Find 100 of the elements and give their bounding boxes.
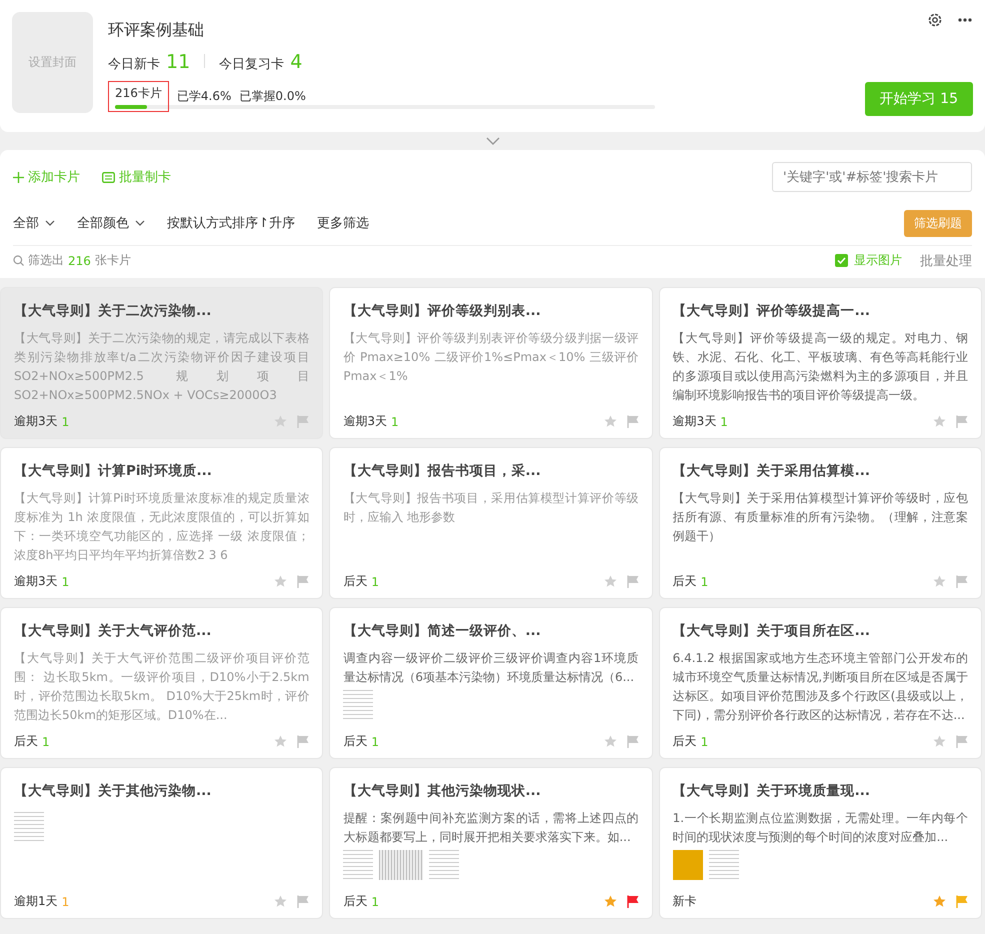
search-field[interactable]: '关键字'或'#标签'搜索卡片 <box>772 162 972 192</box>
flashcard[interactable]: 【大气导则】关于二次污染物... 【大气导则】关于二次污染物的规定，请完成以下表格类别污染物排放率t/a二次污染物评价因子建设项目SO2+NOx≥500PM2.5 规划项目 SO2+NOx≥500PM2.5NOx + VOCs≥2000O3 逾期3天 1 <box>0 287 324 439</box>
flag-icon[interactable] <box>956 735 968 748</box>
flag-icon[interactable] <box>956 575 968 588</box>
card-icon <box>102 172 115 182</box>
chevron-down-icon[interactable] <box>486 137 500 145</box>
flag-icon[interactable] <box>626 415 639 428</box>
flashcard[interactable]: 【大气导则】简述一级评价、... 调查内容一级评价二级评价三级评价调查内容1环境质量达标情况（6项基本污染物）环境质量达标情况（6... 后天 1 <box>329 607 653 759</box>
flag-icon[interactable] <box>297 895 310 908</box>
card-text: 提醒：案例题中间补充监测方案的话，需将上述四点的大标题都要写上，同时展开把相关要求落实下来。如... <box>343 810 639 846</box>
flag-icon[interactable] <box>956 415 968 428</box>
star-icon[interactable] <box>274 575 288 588</box>
flashcard[interactable]: 【大气导则】评价等级提高一... 【大气导则】评价等级提高一级的规定。对电力、钢铁、水泥、石化、化工、平板玻璃、有色等高耗能行业的多源项目或以使用高污染燃料为主的多源项目，并且编制环境影响报告书的项目评价等级提高一级。 逾期3天 1 <box>658 287 982 439</box>
review-count: 1 <box>390 414 399 428</box>
flag-icon[interactable] <box>626 575 639 588</box>
card-title: 【大气导则】简述一级评价、... <box>343 622 542 640</box>
due-label: 新卡 <box>672 893 697 910</box>
star-icon[interactable] <box>604 415 617 428</box>
due-label: 逾期3天 <box>14 413 58 430</box>
search-icon <box>13 255 24 266</box>
review-cards-count: 4 <box>290 51 302 73</box>
star-icon[interactable] <box>933 415 946 428</box>
due-label: 逾期3天 <box>672 413 716 430</box>
card-text: 【大气导则】关于二次污染物的规定，请完成以下表格类别污染物排放率t/a二次污染物评价因子建设项目SO2+NOx≥500PM2.5 规划项目 SO2+NOx≥500PM2.5NOx + VOCs≥2000O3 <box>14 330 310 404</box>
due-label: 后天 <box>343 573 368 590</box>
star-icon[interactable] <box>933 735 946 748</box>
photo-placeholder <box>672 850 703 880</box>
flashcard[interactable]: 【大气导则】关于环境质量现... 1.一个长期监测点位监测数据，无需处理。一年内每个时间的现状浓度与预测的每个时间的浓度对应叠加... 新卡 <box>658 767 982 919</box>
due-label: 后天 <box>672 733 697 750</box>
card-text: 1.一个长期监测点位监测数据，无需处理。一年内每个时间的现状浓度与预测的每个时间的浓度对应叠加... <box>672 810 968 846</box>
flashcard[interactable]: 【大气导则】关于大气评价范... 【大气导则】关于大气评价范围二级评价项目评价范围： 边长取5km。一级评价项目，D10%小于2.5km时，评价范围边长取5km。 D10%大于25km时，评价范围边长50km的矩形区域。D10%在... 后天 1 <box>0 607 324 759</box>
flashcard[interactable]: 【大气导则】关于采用估算模... 【大气导则】关于采用估算模型计算评价等级时，应包括所有源、有质量标准的所有污染物。（理解，注意案例题干） 后天 1 <box>658 447 982 599</box>
flashcard[interactable]: 【大气导则】计算Pi时环境质... 【大气导则】计算Pi时环境质量浓度标准的规定质量浓度标准为 1h 浓度限值，无此浓度限值的，可以折算如下：一类环境空气功能区的，应选择 一级 浓度限值；浓度8h平均日平均年平均折算倍数2 3 6 逾期3天 1 <box>0 447 324 599</box>
star-icon[interactable] <box>604 575 617 588</box>
due-label: 逾期3天 <box>14 573 58 590</box>
star-icon[interactable] <box>604 735 617 748</box>
settings-icon[interactable] <box>927 12 943 28</box>
flashcard[interactable]: 【大气导则】关于项目所在区... 6.4.1.2 根据国家或地方生态环境主管部门公开发布的城市环境空气质量达标情况,判断项目所在区域是否属于达标区。如项目评价范围涉及多个行政区(县级或以上，下同)，需分别评价各行政区的达标情况，若存在不达... 后天 1 <box>658 607 982 759</box>
card-title: 【大气导则】关于其他污染物... <box>14 782 212 800</box>
star-icon[interactable] <box>933 895 946 908</box>
review-count: 1 <box>62 414 70 428</box>
review-count: 1 <box>371 734 379 748</box>
star-icon[interactable] <box>604 895 617 908</box>
filter-dropdown[interactable]: 全部 <box>13 214 55 232</box>
review-count: 1 <box>720 414 728 428</box>
card-text: 【大气导则】评价等级提高一级的规定。对电力、钢铁、水泥、石化、化工、平板玻璃、有色等高耗能行业的多源项目或以使用高污染燃料为主的多源项目，并且编制环境影响报告书的项目评价等级提高一级。 <box>672 330 968 404</box>
review-count: 1 <box>700 574 708 588</box>
review-count: 1 <box>62 574 70 588</box>
card-text: 6.4.1.2 根据国家或地方生态环境主管部门公开发布的城市环境空气质量达标情况,判断项目所在区域是否属于达标区。如项目评价范围涉及多个行政区(县级或以上，下同)，需分别评价各行政区的达标情况，若存在不达... <box>672 650 968 724</box>
flag-icon[interactable] <box>297 575 310 588</box>
review-count: 1 <box>371 894 379 908</box>
plus-icon <box>13 172 24 182</box>
review-cards-label: 今日复习卡 <box>219 56 284 73</box>
due-label: 后天 <box>343 893 368 910</box>
review-count: 1 <box>371 574 379 588</box>
result-label: 筛选出 <box>28 252 64 269</box>
due-label: 逾期3天 <box>343 413 387 430</box>
review-count: 1 <box>700 734 708 748</box>
star-icon[interactable] <box>274 415 288 428</box>
result-suffix: 张卡片 <box>94 252 131 269</box>
flag-icon[interactable] <box>626 895 639 908</box>
card-title: 【大气导则】关于项目所在区... <box>672 622 872 640</box>
filter-option[interactable]: 按默认方式排序↾升序 <box>167 214 295 232</box>
due-label: 后天 <box>672 573 697 590</box>
filter-option[interactable]: 更多筛选 <box>316 214 369 232</box>
batch-process-button[interactable]: 批量处理 <box>920 252 972 270</box>
star-icon[interactable] <box>274 895 288 908</box>
card-text: 【大气导则】关于大气评价范围二级评价项目评价范围： 边长取5km。一级评价项目，D10%小于2.5km时，评价范围边长取5km。 D10%大于25km时，评价范围边长50km的矩形区域。D10%在... <box>14 650 310 724</box>
due-label: 逾期1天 <box>14 893 58 910</box>
flashcard[interactable]: 【大气导则】关于其他污染物... 逾期1天 1 <box>0 767 324 919</box>
deck-title: 环评案例基础 <box>108 20 205 41</box>
star-icon[interactable] <box>274 735 288 748</box>
card-text: 【大气导则】评价等级判别表评价等级分级判据一级评价 Pmax≥10% 二级评价1%≤Pmax＜10% 三级评价 Pmax＜1% <box>343 330 639 385</box>
card-title: 【大气导则】关于大气评价范... <box>14 622 212 640</box>
flashcard[interactable]: 【大气导则】其他污染物现状... 提醒：案例题中间补充监测方案的话，需将上述四点的大标题都要写上，同时展开把相关要求落实下来。如... 后天 1 <box>329 767 653 919</box>
result-count: 216 <box>68 254 91 268</box>
card-text: 调查内容一级评价二级评价三级评价调查内容1环境质量达标情况（6项基本污染物）环境质量达标情况（6... <box>343 650 639 686</box>
flashcard[interactable]: 【大气导则】评价等级判别表... 【大气导则】评价等级判别表评价等级分级判据一级评价 Pmax≥10% 二级评价1%≤Pmax＜10% 三级评价 Pmax＜1% 逾期3天 1 <box>329 287 653 439</box>
review-count: 1 <box>42 734 50 748</box>
show-images-checkbox[interactable] <box>835 254 848 267</box>
card-title: 【大气导则】关于采用估算模... <box>672 462 872 480</box>
flag-icon[interactable] <box>956 895 968 908</box>
card-title: 【大气导则】关于二次污染物... <box>14 302 212 320</box>
flashcard[interactable]: 【大气导则】报告书项目，采... 【大气导则】报告书项目，采用估算模型计算评价等级时，应输入 地形参数 后天 1 <box>329 447 653 599</box>
flag-icon[interactable] <box>297 735 310 748</box>
due-label: 后天 <box>14 733 38 750</box>
learned-percent: 已学4.6% <box>176 88 232 105</box>
star-icon[interactable] <box>933 575 946 588</box>
card-title: 【大气导则】关于环境质量现... <box>672 782 872 800</box>
caret-icon <box>135 220 145 226</box>
card-title: 【大气导则】评价等级提高一... <box>672 302 872 320</box>
card-text: 【大气导则】关于采用估算模型计算评价等级时，应包括所有源、有质量标准的所有污染物。（理解，注意案例题干） <box>672 490 968 545</box>
new-cards-count: 11 <box>166 51 190 73</box>
due-label: 后天 <box>343 733 368 750</box>
card-title: 【大气导则】评价等级判别表... <box>343 302 542 320</box>
card-title: 【大气导则】其他污染物现状... <box>343 782 542 800</box>
filter-dropdown[interactable]: 全部颜色 <box>77 214 145 232</box>
new-cards-label: 今日新卡 <box>108 56 160 73</box>
card-text: 【大气导则】报告书项目，采用估算模型计算评价等级时，应输入 地形参数 <box>343 490 639 526</box>
flag-icon[interactable] <box>626 735 639 748</box>
